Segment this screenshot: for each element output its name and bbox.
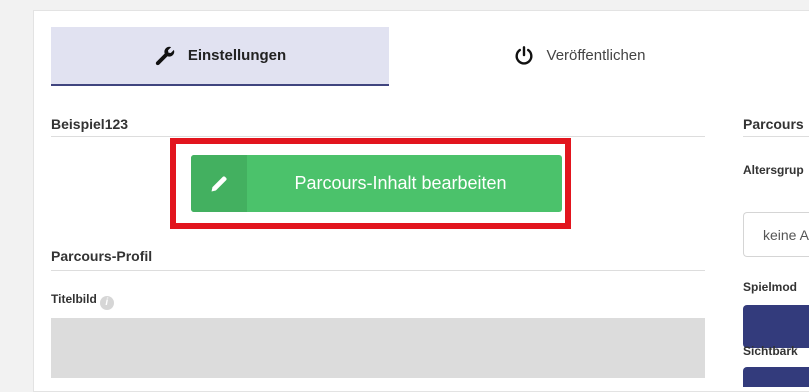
visibility-label: Sichtbark: [743, 344, 798, 358]
profile-title: Parcours-Profil: [51, 248, 153, 264]
edit-course-content-label: Parcours-Inhalt bearbeiten: [294, 173, 507, 193]
divider: [51, 136, 705, 137]
cover-image-label-text: Titelbild: [51, 292, 97, 306]
tab-settings-label: Einstellungen: [187, 47, 287, 64]
tab-publish-label: Veröffentlichen: [546, 47, 646, 64]
tab-publish[interactable]: Veröffentlichen: [389, 27, 769, 84]
age-group-select[interactable]: keine A: [743, 212, 809, 257]
divider: [743, 136, 809, 137]
info-icon[interactable]: i: [99, 296, 114, 310]
visibility-button[interactable]: [743, 367, 809, 387]
edit-course-content-button[interactable]: Parcours-Inhalt bearbeiten: [191, 155, 562, 212]
power-icon: [513, 45, 535, 67]
section-title: Beispiel123: [51, 116, 129, 132]
age-group-value: keine A: [763, 226, 809, 243]
cover-image-placeholder[interactable]: [51, 318, 705, 378]
game-mode-button[interactable]: [743, 305, 809, 348]
right-section-title: Parcours: [743, 116, 804, 132]
wrench-icon: [154, 45, 176, 67]
tab-settings[interactable]: Einstellungen: [51, 27, 389, 86]
divider: [51, 270, 705, 271]
cover-image-label: Titelbild i: [51, 292, 114, 310]
pencil-icon: [191, 155, 247, 212]
age-group-label: Altersgrup: [743, 163, 804, 177]
game-mode-label: Spielmod: [743, 280, 798, 294]
